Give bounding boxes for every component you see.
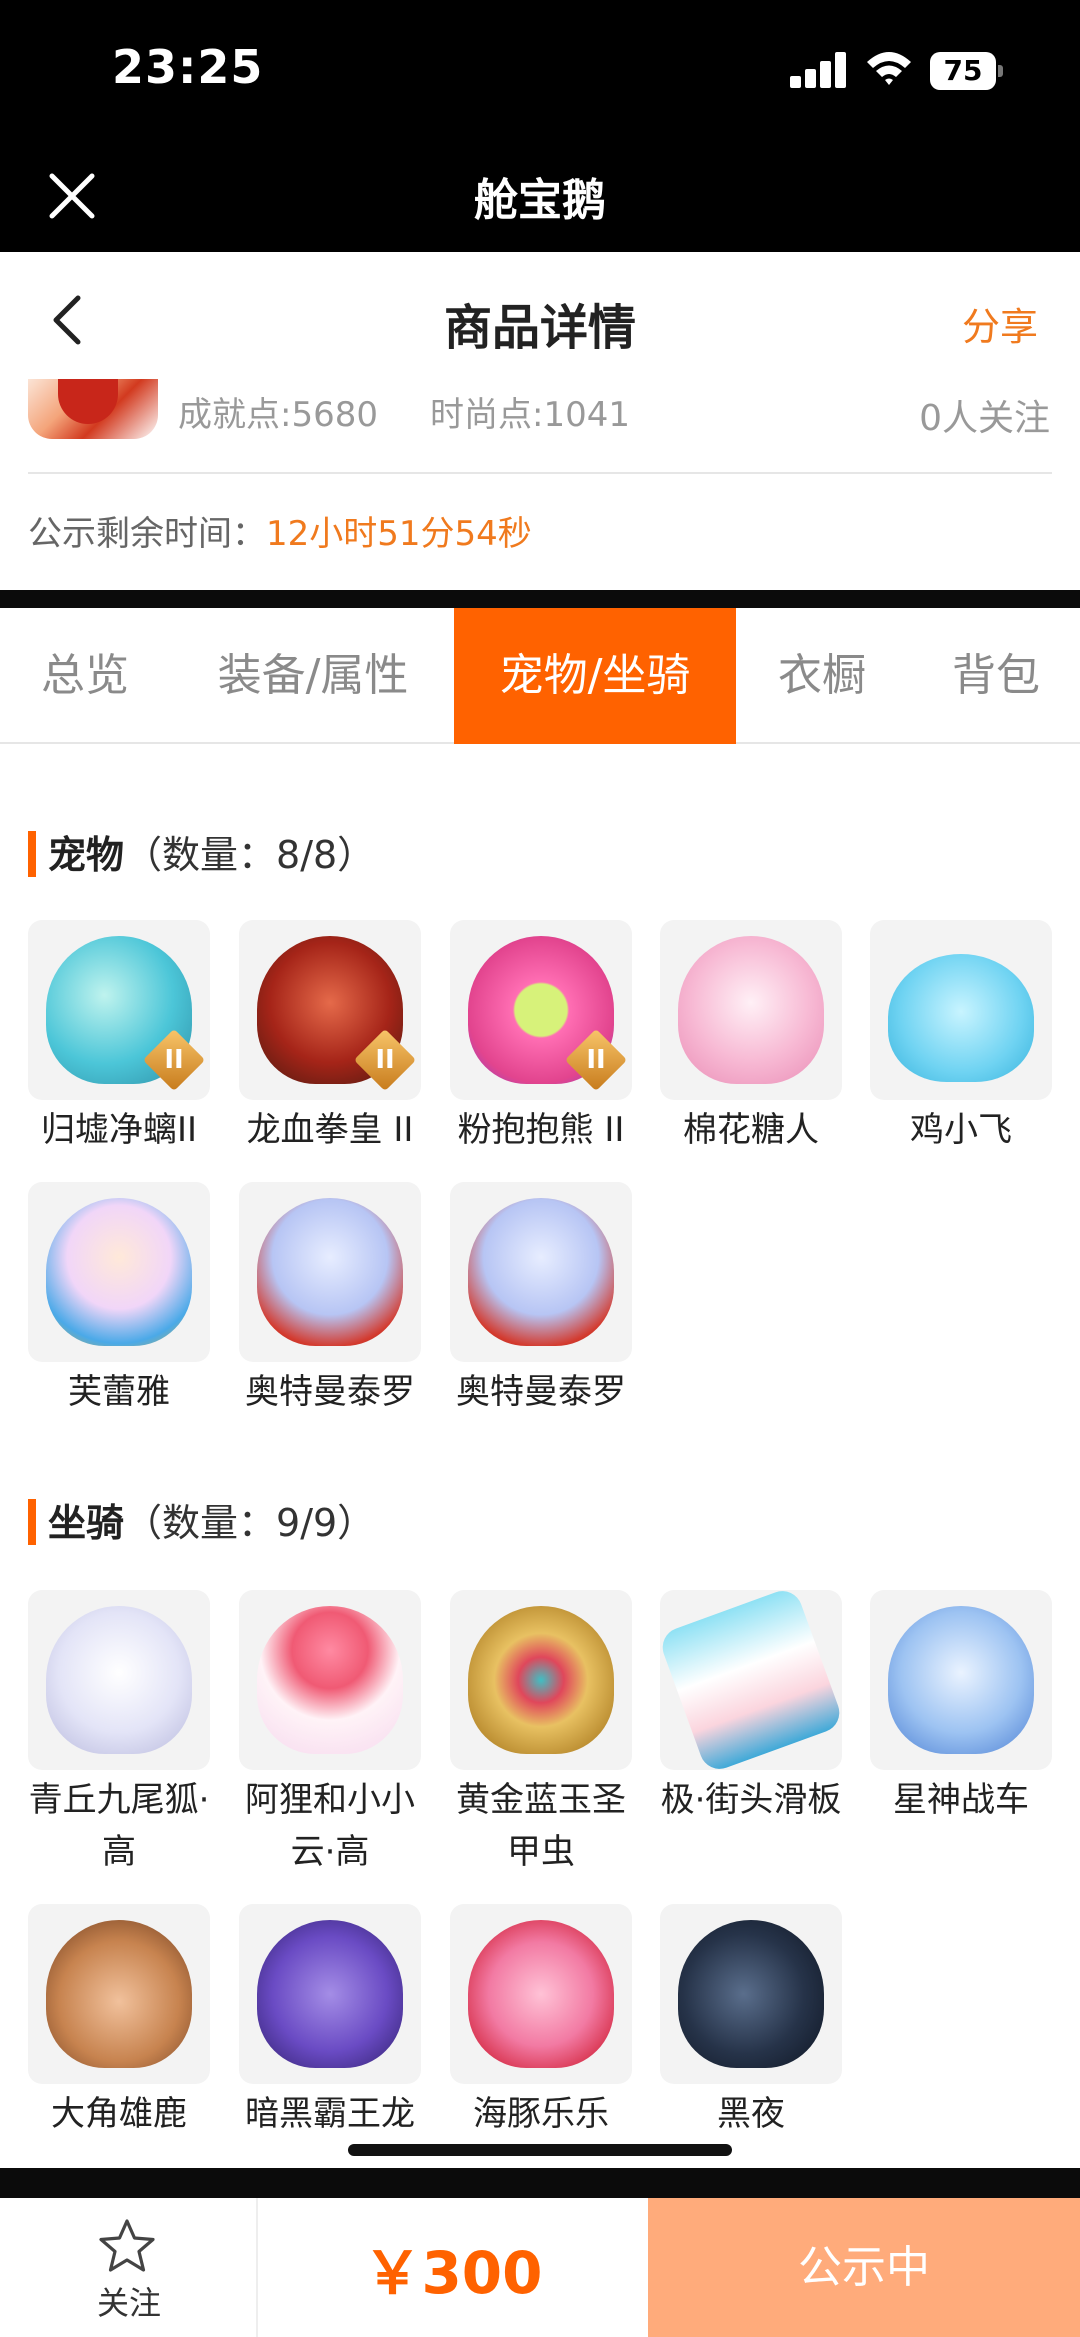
mounts-heading: 坐骑: [48, 1501, 125, 1545]
pets-count: （数量：8/8）: [124, 833, 376, 877]
rank-badge-icon: II: [564, 1028, 628, 1092]
tab-wardrobe[interactable]: 衣橱: [760, 608, 884, 744]
mount-thumbnail: [870, 1590, 1052, 1770]
pet-thumbnail: [660, 920, 842, 1100]
pet-item[interactable]: II 归墟净螭II: [28, 920, 210, 1156]
follower-count: 0人关注: [919, 398, 1050, 439]
tab-equipment-attributes[interactable]: 装备/属性: [200, 608, 426, 744]
pet-name: 芙蕾雅: [68, 1372, 170, 1412]
countdown-value: 12小时51分54秒: [266, 514, 532, 554]
app-title: 舱宝鹅: [474, 175, 606, 226]
mounts-count: （数量：9/9）: [124, 1501, 376, 1545]
pet-thumbnail: II: [28, 920, 210, 1100]
bottom-action-bar: 关注 ￥300 公示中: [0, 2198, 1080, 2337]
mount-thumbnail: [450, 1590, 632, 1770]
countdown-label: 公示剩余时间：: [28, 514, 266, 554]
mount-item[interactable]: 海豚乐乐: [450, 1904, 632, 2140]
mount-item[interactable]: 星神战车: [870, 1590, 1052, 1826]
pet-name: 棉花糖人: [683, 1110, 819, 1150]
achievement-points: 成就点:5680: [178, 395, 378, 435]
mount-name: 黄金蓝玉圣甲虫: [456, 1780, 626, 1872]
mount-thumbnail: [28, 1904, 210, 2084]
pet-item[interactable]: 棉花糖人: [660, 920, 842, 1156]
pet-item[interactable]: 奥特曼泰罗: [450, 1182, 632, 1418]
mount-item[interactable]: 大角雄鹿: [28, 1904, 210, 2140]
share-button[interactable]: 分享: [962, 296, 1038, 351]
bottom-separator: [0, 2168, 1080, 2198]
rank-badge-icon: II: [353, 1028, 417, 1092]
mount-item[interactable]: 黑夜: [660, 1904, 842, 2140]
follow-label: 关注: [96, 2284, 161, 2322]
pet-thumbnail: II: [239, 920, 421, 1100]
pet-item[interactable]: II 龙血拳皇 II: [239, 920, 421, 1156]
star-icon: [99, 2219, 155, 2272]
tab-pets-mounts[interactable]: 宠物/坐骑: [454, 608, 736, 744]
mount-thumbnail: [239, 1904, 421, 2084]
status-time: 23:25: [112, 40, 264, 94]
mount-name: 海豚乐乐: [473, 2094, 609, 2134]
mount-thumbnail: [28, 1590, 210, 1770]
pet-thumbnail: [239, 1182, 421, 1362]
pet-thumbnail: [450, 1182, 632, 1362]
pet-name: 奥特曼泰罗: [456, 1372, 626, 1412]
tab-bar: 总览 装备/属性 宠物/坐骑 衣橱 背包: [0, 608, 1080, 744]
account-summary: 成就点:5680 时尚点:1041 0人关注: [0, 379, 1080, 479]
tab-overview[interactable]: 总览: [0, 608, 170, 744]
rank-badge-icon: II: [142, 1028, 206, 1092]
pet-name: 奥特曼泰罗: [245, 1372, 415, 1412]
mount-item[interactable]: 阿狸和小小云·高: [239, 1590, 421, 1878]
app-header: 舱宝鹅: [0, 140, 1080, 252]
pet-name: 龙血拳皇 II: [246, 1110, 414, 1150]
pet-thumbnail: [28, 1182, 210, 1362]
follow-button[interactable]: 关注: [0, 2198, 258, 2337]
mount-item[interactable]: 黄金蓝玉圣甲虫: [450, 1590, 632, 1878]
pet-name: 粉抱抱熊 II: [457, 1110, 625, 1150]
pet-item[interactable]: II 粉抱抱熊 II: [450, 920, 632, 1156]
mount-thumbnail: [239, 1590, 421, 1770]
mounts-section-title: 坐骑（数量：9/9）: [28, 1492, 375, 1549]
mount-name: 大角雄鹿: [51, 2094, 187, 2134]
nav-bar: 商品详情 分享: [0, 252, 1080, 387]
pet-item[interactable]: 鸡小飞: [870, 920, 1052, 1156]
mount-name: 阿狸和小小云·高: [245, 1780, 415, 1872]
pets-section-title: 宠物（数量：8/8）: [28, 824, 375, 881]
fashion-points: 时尚点:1041: [430, 395, 630, 435]
mount-item[interactable]: 青丘九尾狐·高: [28, 1590, 210, 1878]
pet-thumbnail: [870, 920, 1052, 1100]
home-indicator: [348, 2144, 732, 2156]
publicity-status-button[interactable]: 公示中: [648, 2198, 1080, 2337]
pet-name: 鸡小飞: [910, 1110, 1012, 1150]
price: ￥300: [363, 2239, 543, 2307]
mount-name: 极·街头滑板: [660, 1780, 842, 1820]
publicity-countdown: 公示剩余时间：12小时51分54秒: [28, 506, 532, 555]
battery-icon: 75: [930, 52, 1004, 90]
mount-thumbnail: [450, 1904, 632, 2084]
avatar: [28, 379, 158, 439]
tab-backpack[interactable]: 背包: [936, 608, 1056, 744]
battery-level: 75: [930, 52, 996, 90]
mount-item[interactable]: 暗黑霸王龙: [239, 1904, 421, 2140]
mount-name: 青丘九尾狐·高: [28, 1780, 210, 1872]
product-detail-page: 商品详情 分享 成就点:5680 时尚点:1041 0人关注 公示剩余时间：12…: [0, 252, 1080, 2337]
cellular-signal-icon: [790, 52, 846, 88]
mount-thumbnail: [660, 1590, 842, 1770]
mount-name: 黑夜: [717, 2094, 785, 2134]
mount-name: 暗黑霸王龙: [245, 2094, 415, 2134]
mount-name: 星神战车: [893, 1780, 1029, 1820]
divider: [28, 472, 1052, 474]
pet-thumbnail: II: [450, 920, 632, 1100]
pet-item[interactable]: 芙蕾雅: [28, 1182, 210, 1418]
pet-item[interactable]: 奥特曼泰罗: [239, 1182, 421, 1418]
wifi-icon: [867, 52, 911, 85]
pets-heading: 宠物: [48, 833, 125, 877]
section-separator: [0, 590, 1080, 608]
status-bar: 23:25 75: [0, 0, 1080, 140]
page-title: 商品详情: [443, 300, 636, 356]
mount-item[interactable]: 极·街头滑板: [660, 1590, 842, 1826]
mount-thumbnail: [660, 1904, 842, 2084]
pet-name: 归墟净螭II: [40, 1110, 198, 1150]
